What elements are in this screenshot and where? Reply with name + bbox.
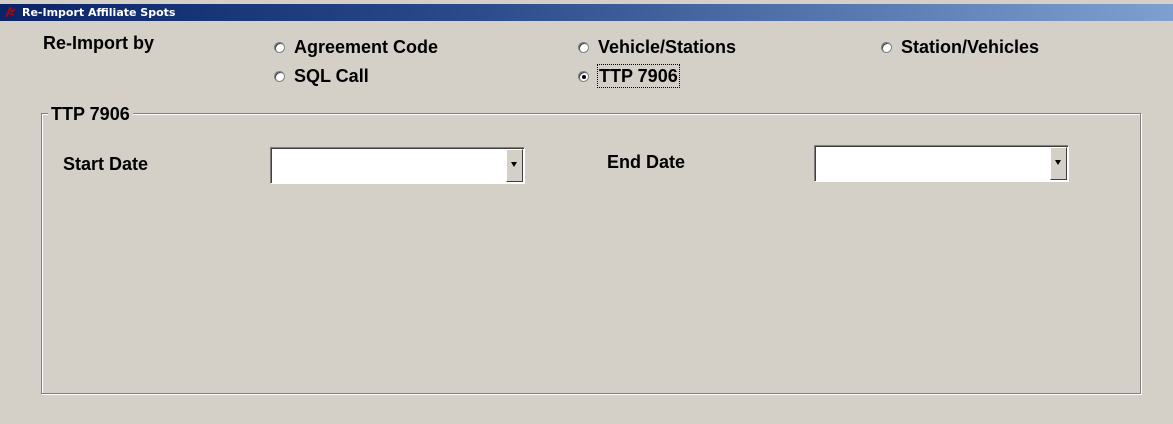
radio-button-icon[interactable] <box>881 41 892 53</box>
app-icon <box>4 6 17 19</box>
window-title: Re-Import Affiliate Spots <box>22 6 176 19</box>
radio-station-vehicles[interactable]: Station/Vehicles <box>881 36 1039 58</box>
radio-label: Station/Vehicles <box>901 37 1040 57</box>
radio-button-icon[interactable] <box>578 41 589 53</box>
reimport-by-label: Re-Import by <box>43 33 155 53</box>
radio-vehicle-stations[interactable]: Vehicle/Stations <box>578 36 736 58</box>
radio-label: Vehicle/Stations <box>598 37 737 57</box>
start-date-label: Start Date <box>63 154 149 174</box>
radio-button-icon[interactable] <box>274 70 285 82</box>
start-date-combobox[interactable] <box>270 147 525 184</box>
radio-label: SQL Call <box>294 66 369 86</box>
start-date-dropdown-button[interactable] <box>506 149 523 182</box>
radio-agreement-code[interactable]: Agreement Code <box>274 36 438 58</box>
radio-button-icon[interactable] <box>274 41 285 53</box>
radio-button-selected-icon[interactable] <box>578 70 589 82</box>
end-date-label: End Date <box>607 152 686 172</box>
radio-sql-call[interactable]: SQL Call <box>274 65 369 87</box>
chevron-down-icon <box>1055 160 1061 165</box>
title-bar: Re-Import Affiliate Spots <box>0 4 1173 21</box>
radio-label: Agreement Code <box>294 37 439 57</box>
radio-label: TTP 7906 <box>597 64 680 88</box>
chevron-down-icon <box>511 162 517 167</box>
end-date-combobox[interactable] <box>814 145 1069 182</box>
radio-ttp-7906[interactable]: TTP 7906 <box>578 64 680 88</box>
groupbox-title: TTP 7906 <box>48 103 133 125</box>
reimport-window: Re-Import Affiliate Spots Re-Import by A… <box>0 0 1173 424</box>
end-date-dropdown-button[interactable] <box>1050 147 1067 180</box>
